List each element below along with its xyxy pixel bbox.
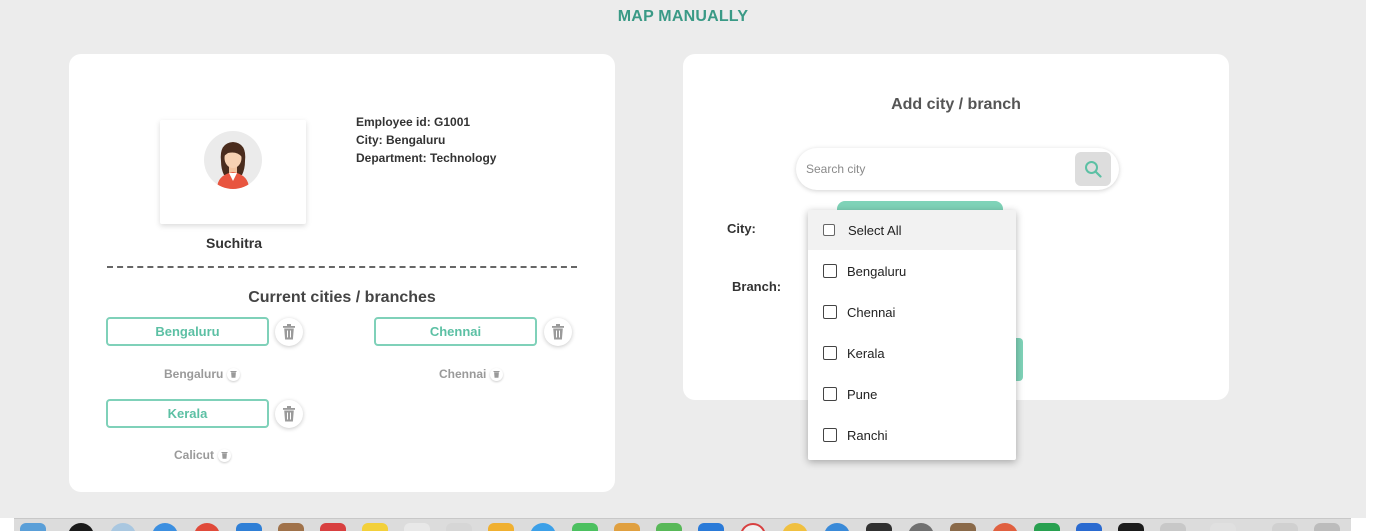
delete-branch-button[interactable] xyxy=(218,448,232,462)
page-title: MAP MANUALLY xyxy=(617,8,749,25)
trash-icon xyxy=(283,406,295,422)
app-icon[interactable] xyxy=(530,523,556,531)
employee-card: Employee id: G1001 City: Bengaluru Depar… xyxy=(69,54,615,492)
app-icon[interactable] xyxy=(68,523,94,531)
app-store-icon[interactable] xyxy=(824,523,850,531)
search-button[interactable] xyxy=(1075,152,1111,186)
branch-item: Calicut xyxy=(174,448,232,462)
option-checkbox[interactable] xyxy=(823,305,837,319)
app-icon[interactable] xyxy=(992,523,1018,531)
delete-city-button[interactable] xyxy=(275,400,303,428)
city-chip-kerala[interactable]: Kerala xyxy=(106,399,269,428)
delete-branch-button[interactable] xyxy=(490,367,504,381)
option-checkbox[interactable] xyxy=(823,346,837,360)
downloads-icon[interactable] xyxy=(1272,523,1298,531)
trash-bin-icon[interactable] xyxy=(1314,523,1340,531)
dropdown-option[interactable]: Bengaluru xyxy=(808,251,1016,291)
branch-label: Chennai xyxy=(439,367,487,381)
app-icon[interactable] xyxy=(1076,523,1102,531)
app-icon[interactable] xyxy=(1118,523,1144,531)
settings-icon[interactable] xyxy=(908,523,934,531)
dropdown-option[interactable]: Ranchi xyxy=(808,415,1016,455)
avatar xyxy=(160,120,306,224)
dropdown-option[interactable]: Chennai xyxy=(808,292,1016,332)
branch-label: Branch: xyxy=(732,279,782,294)
mail-icon[interactable] xyxy=(236,523,262,531)
app-icon[interactable] xyxy=(950,523,976,531)
section-divider xyxy=(107,266,577,268)
option-checkbox[interactable] xyxy=(823,264,837,278)
branch-item: Chennai xyxy=(439,367,504,381)
employee-department: Department: Technology xyxy=(356,151,497,165)
branch-label: Calicut xyxy=(174,448,215,462)
option-label: Ranchi xyxy=(847,427,888,443)
employee-id: Employee id: G1001 xyxy=(356,115,471,129)
employee-city: City: Bengaluru xyxy=(356,133,446,147)
app-icon[interactable] xyxy=(404,523,430,531)
safari-icon[interactable] xyxy=(152,523,178,531)
city-dropdown-menu: Select All Bengaluru Chennai Kerala Pune… xyxy=(808,210,1016,460)
app-icon[interactable] xyxy=(1210,523,1236,531)
system-dock xyxy=(14,518,1351,531)
search-icon xyxy=(1085,161,1102,178)
app-icon[interactable] xyxy=(278,523,304,531)
option-label: Kerala xyxy=(847,345,885,361)
city-label: City: xyxy=(727,221,756,236)
option-label: Pune xyxy=(847,386,878,402)
employee-name: Suchitra xyxy=(205,235,262,251)
search-input[interactable] xyxy=(806,159,1066,179)
app-icon[interactable] xyxy=(110,523,136,531)
delete-city-button[interactable] xyxy=(275,318,303,346)
select-all-checkbox[interactable] xyxy=(823,224,835,236)
page-background: MAP MANUALLY Employee id: G1001 City: Be… xyxy=(0,0,1366,518)
city-chip-bengaluru[interactable]: Bengaluru xyxy=(106,317,269,346)
delete-city-button[interactable] xyxy=(544,318,572,346)
trash-icon xyxy=(493,371,500,378)
trash-icon xyxy=(230,371,237,378)
trash-icon xyxy=(221,452,228,459)
employee-info: Employee id: G1001 City: Bengaluru Depar… xyxy=(356,113,496,167)
app-icon[interactable] xyxy=(194,523,220,531)
branch-label: Bengaluru xyxy=(164,367,224,381)
user-avatar-icon xyxy=(204,131,262,189)
app-icon[interactable] xyxy=(740,523,766,531)
notes-icon[interactable] xyxy=(362,523,388,531)
search-box xyxy=(796,148,1119,190)
calendar-icon[interactable] xyxy=(320,523,346,531)
option-checkbox[interactable] xyxy=(823,387,837,401)
option-label: Bengaluru xyxy=(847,263,907,279)
app-icon[interactable] xyxy=(698,523,724,531)
branch-item: Bengaluru xyxy=(164,367,241,381)
delete-branch-button[interactable] xyxy=(227,367,241,381)
app-icon[interactable] xyxy=(1034,523,1060,531)
trash-icon xyxy=(283,324,295,340)
finder-icon[interactable] xyxy=(20,523,46,531)
current-cities-title: Current cities / branches xyxy=(248,289,436,306)
messages-icon[interactable] xyxy=(572,523,598,531)
app-icon[interactable] xyxy=(1160,523,1186,531)
trash-icon xyxy=(552,324,564,340)
app-icon[interactable] xyxy=(866,523,892,531)
app-icon[interactable] xyxy=(488,523,514,531)
app-icon[interactable] xyxy=(656,523,682,531)
dropdown-select-all[interactable]: Select All xyxy=(808,210,1016,250)
option-label: Chennai xyxy=(847,304,896,320)
app-icon[interactable] xyxy=(446,523,472,531)
app-icon[interactable] xyxy=(614,523,640,531)
add-city-title: Add city / branch xyxy=(891,96,1021,113)
dropdown-option[interactable]: Pune xyxy=(808,374,1016,414)
dropdown-option[interactable]: Kerala xyxy=(808,333,1016,373)
option-checkbox[interactable] xyxy=(823,428,837,442)
select-all-label: Select All xyxy=(848,222,902,238)
app-icon[interactable] xyxy=(782,523,808,531)
city-chip-chennai[interactable]: Chennai xyxy=(374,317,537,346)
